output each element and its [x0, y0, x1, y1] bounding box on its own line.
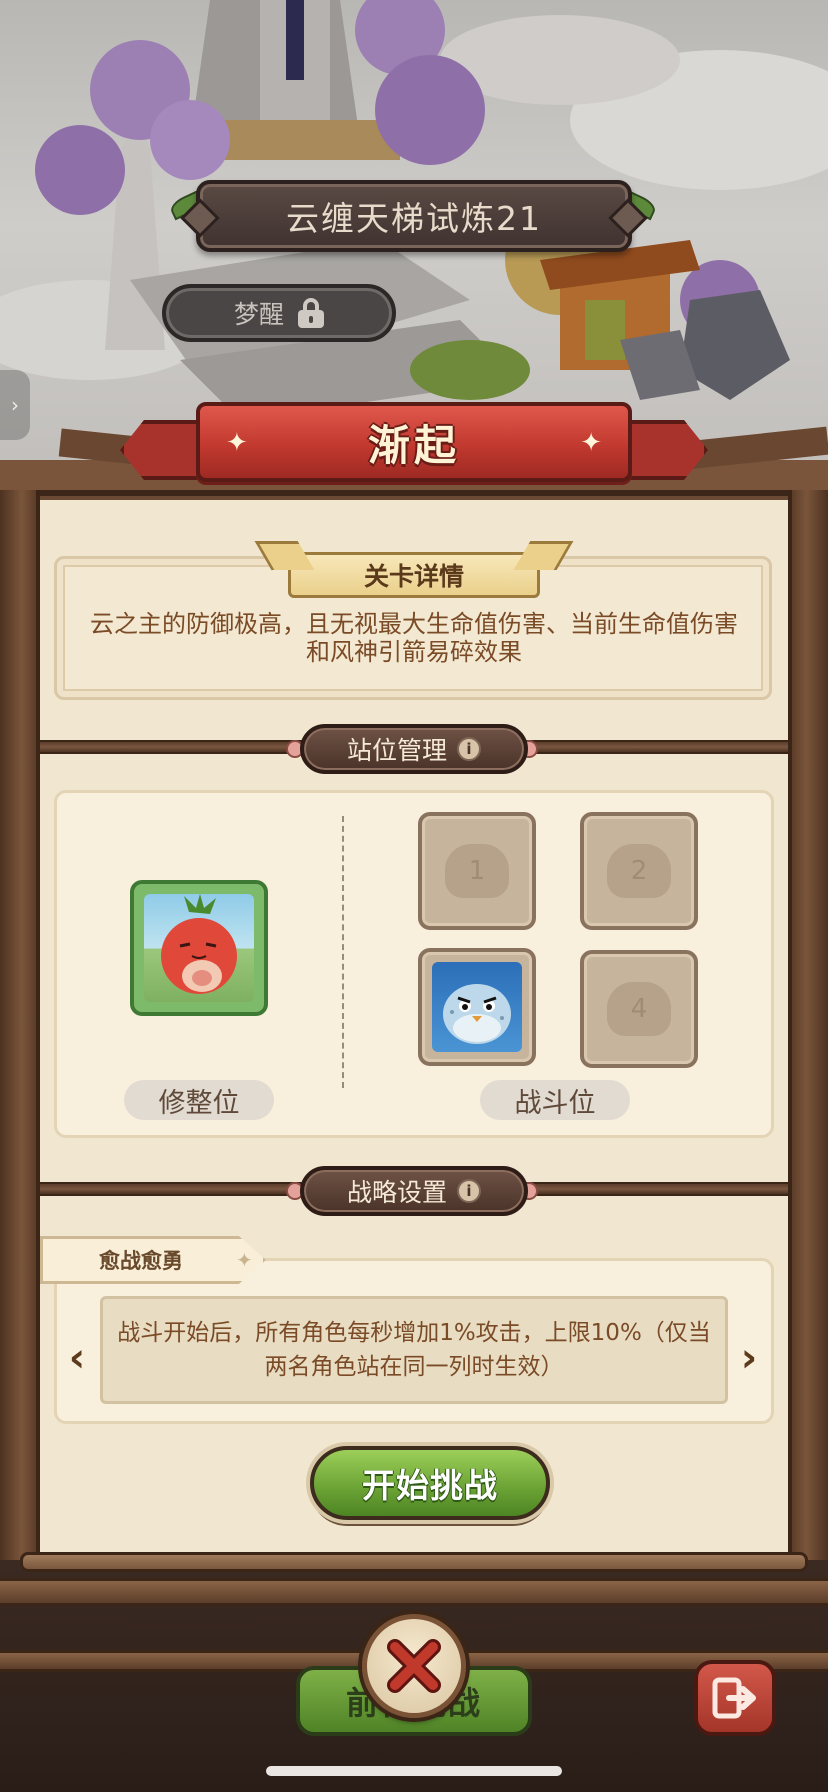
sparkle-icon: ✦	[226, 428, 248, 458]
exit-door-icon	[712, 1677, 756, 1719]
start-challenge-button[interactable]: 开始挑战	[310, 1446, 550, 1520]
close-x-icon	[387, 1639, 441, 1693]
formation-slot-2[interactable]: 2	[580, 812, 698, 930]
strategy-description-box: 战斗开始后，所有角色每秒增加1%攻击，上限10%（仅当两名角色站在同一列时生效）	[100, 1296, 728, 1404]
wooden-beam	[0, 1578, 828, 1606]
difficulty-ribbon: ✦ 渐起 ✦	[196, 402, 632, 482]
formation-divider	[342, 816, 344, 1088]
formation-slot-4[interactable]: 4	[580, 950, 698, 1068]
strategy-name: 愈战愈勇	[99, 1249, 183, 1273]
stage-details-tag: 关卡详情	[288, 552, 540, 598]
sparkle-icon: ✦	[580, 428, 602, 458]
close-button[interactable]	[362, 1614, 466, 1718]
stage-details-text: 云之主的防御极高，且无视最大生命值伤害、当前生命值伤害和风神引箭易碎效果	[90, 610, 738, 666]
frame-post-left	[0, 490, 40, 1602]
formation-slot-1[interactable]: 1	[418, 812, 536, 930]
difficulty-title: 渐起	[367, 420, 460, 470]
slot-number: 4	[607, 982, 671, 1036]
sparkle-icon: ✦	[236, 1248, 253, 1272]
start-challenge-label: 开始挑战	[362, 1466, 498, 1505]
info-icon[interactable]: i	[457, 1179, 481, 1203]
strategy-description: 战斗开始后，所有角色每秒增加1%攻击，上限10%（仅当两名角色站在同一列时生效）	[117, 1320, 711, 1380]
stage-title-plaque: 云缠天梯试炼21	[196, 180, 632, 252]
stage-title: 云缠天梯试炼21	[286, 199, 542, 238]
lock-icon	[298, 298, 324, 328]
reserve-position-label: 修整位	[124, 1080, 274, 1120]
radish-hero-portrait	[144, 894, 254, 1002]
stage-details-header: 关卡详情	[363, 562, 464, 591]
strategy-header: 战略设置 i	[300, 1166, 528, 1216]
panel-shelf	[20, 1552, 808, 1572]
formation-header: 站位管理 i	[300, 724, 528, 774]
slot-number: 2	[607, 844, 671, 898]
mode-label: 梦醒	[233, 300, 284, 329]
exit-button[interactable]	[694, 1660, 776, 1736]
strategy-prev-button[interactable]: ‹	[62, 1335, 92, 1381]
formation-slot-3[interactable]	[418, 948, 536, 1066]
pufferfish-hero-portrait	[432, 962, 522, 1052]
strategy-header-label: 战略设置	[346, 1178, 447, 1207]
chevron-right-icon: ›	[11, 393, 19, 417]
strategy-next-button[interactable]: ›	[734, 1335, 764, 1381]
mode-button[interactable]: 梦醒	[162, 284, 396, 342]
reserve-hero-radish[interactable]	[130, 880, 268, 1016]
formation-header-label: 站位管理	[346, 736, 447, 765]
slot-number: 1	[445, 844, 509, 898]
battle-position-label: 战斗位	[480, 1080, 630, 1120]
strategy-name-tag: 愈战愈勇	[40, 1236, 266, 1284]
frame-post-right	[788, 490, 828, 1602]
side-expand-tab[interactable]: ›	[0, 370, 30, 440]
home-indicator[interactable]	[266, 1766, 562, 1776]
info-icon[interactable]: i	[457, 737, 481, 761]
